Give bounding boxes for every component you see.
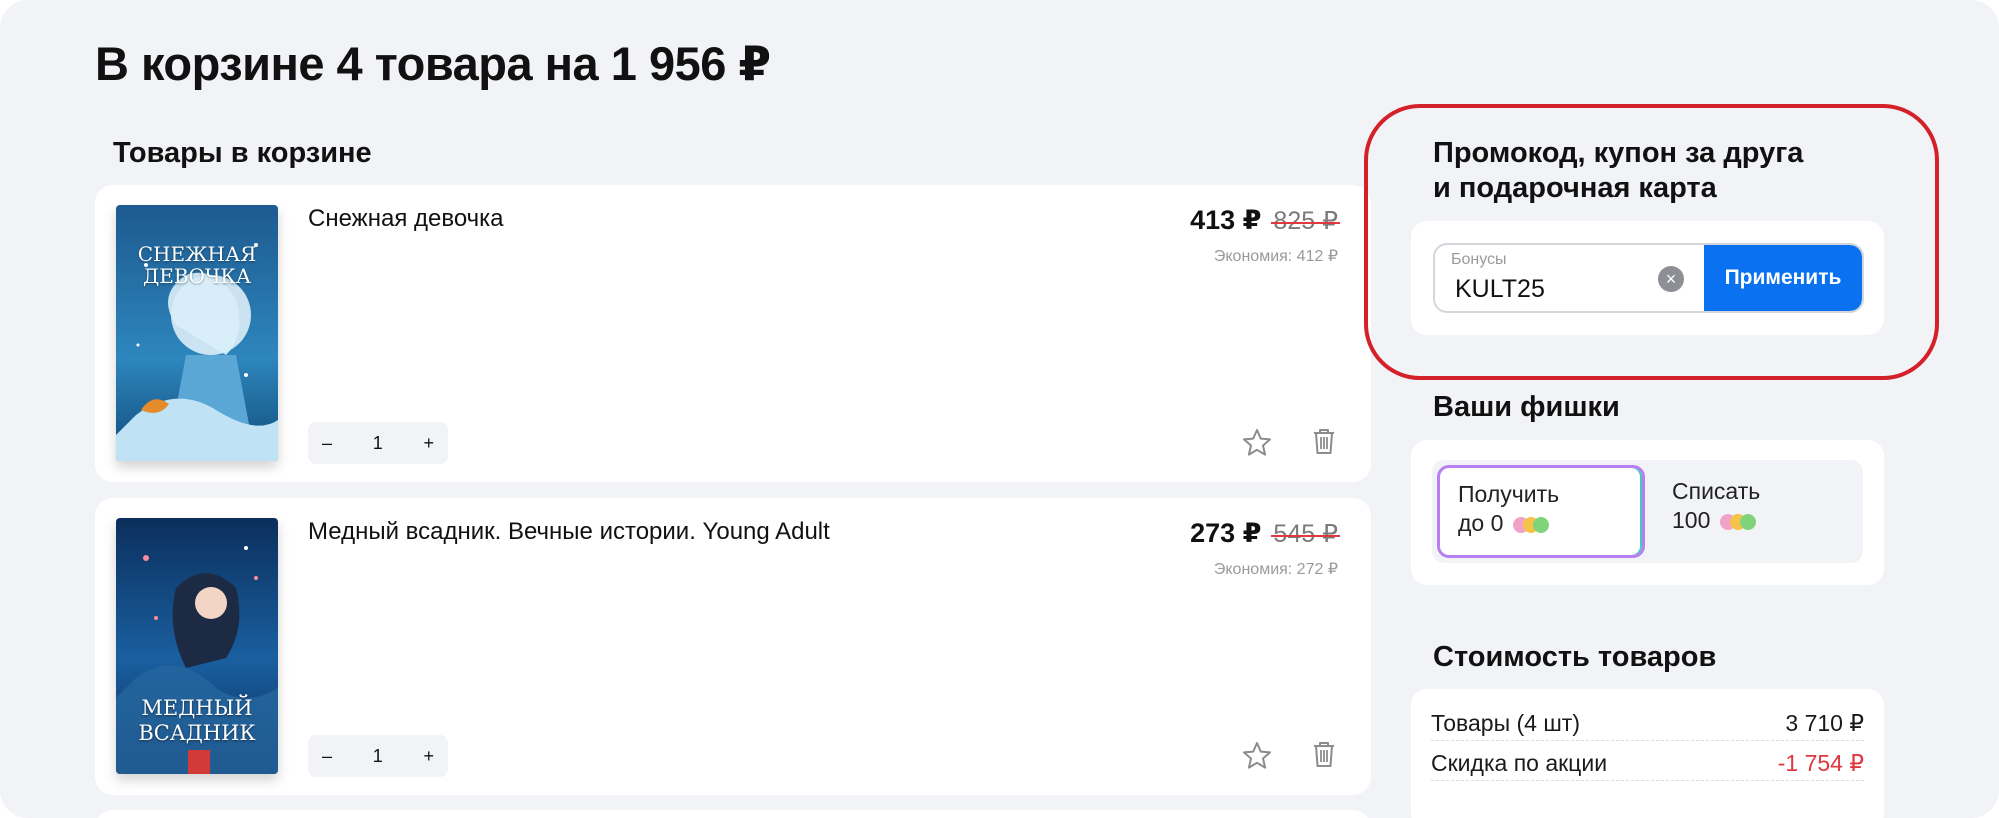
decrease-button[interactable]: – (322, 746, 332, 767)
page-title: В корзине 4 товара на 1 956 ₽ (95, 37, 771, 90)
chips-selector: Получить до 0 Списать 100 (1432, 460, 1863, 563)
coin-icon (1719, 513, 1756, 530)
summary-row: Товары (4 шт) 3 710 ₽ (1431, 707, 1864, 741)
quantity-stepper: – 1 + (308, 735, 448, 777)
trash-icon[interactable] (1308, 738, 1340, 770)
summary-panel: Товары (4 шт) 3 710 ₽ Скидка по акции -1… (1411, 689, 1884, 818)
summary-value: 3 710 ₽ (1785, 710, 1864, 736)
item-title[interactable]: Медный всадник. Вечные истории. Young Ad… (308, 518, 830, 546)
item-title[interactable]: Снежная девочка (308, 205, 504, 233)
earn-chips-option[interactable]: Получить до 0 (1437, 465, 1645, 558)
cart-page: В корзине 4 товара на 1 956 ₽ Товары в к… (0, 0, 1999, 818)
chips-panel: Получить до 0 Списать 100 (1411, 440, 1884, 585)
star-icon[interactable] (1241, 427, 1273, 459)
book-cover-image[interactable]: СНЕЖНАЯ ДЕВОЧКА (116, 205, 278, 461)
chips-title: Ваши фишки (1433, 391, 1620, 423)
economy-label: Экономия: 412 ₽ (1213, 248, 1338, 265)
current-price: 413 ₽ (1190, 205, 1262, 235)
summary-label: Скидка по акции (1431, 750, 1608, 776)
cover-title: СНЕЖНАЯ ДЕВОЧКА (137, 242, 257, 288)
cover-title: МЕДНЫЙ ВСАДНИК (138, 696, 256, 745)
increase-button[interactable]: + (423, 433, 434, 454)
current-price: 273 ₽ (1190, 518, 1262, 548)
cart-item: МЕДНЫЙ ВСАДНИК Медный всадник. Вечные ис… (95, 498, 1371, 795)
summary-row: Скидка по акции -1 754 ₽ (1431, 747, 1864, 781)
summary-title: Стоимость товаров (1433, 641, 1717, 673)
spend-chips-option[interactable]: Списать 100 (1654, 465, 1862, 558)
cart-item (95, 810, 1371, 818)
quantity-value: 1 (372, 432, 383, 453)
economy-label: Экономия: 272 ₽ (1213, 561, 1338, 578)
old-price: 825 ₽ (1271, 207, 1340, 235)
cart-item: СНЕЖНАЯ ДЕВОЧКА Снежная девочка 413 ₽ 82… (95, 185, 1371, 482)
quantity-stepper: – 1 + (308, 422, 448, 464)
summary-label: Товары (4 шт) (1431, 710, 1580, 736)
decrease-button[interactable]: – (322, 433, 332, 454)
price-block: 413 ₽ 825 ₽ Экономия: 412 ₽ (1190, 205, 1340, 266)
coin-icon (1512, 516, 1549, 533)
trash-icon[interactable] (1308, 425, 1340, 457)
book-cover-image[interactable]: МЕДНЫЙ ВСАДНИК (116, 518, 278, 774)
summary-value: -1 754 ₽ (1777, 750, 1864, 776)
quantity-value: 1 (372, 745, 383, 766)
old-price: 545 ₽ (1271, 520, 1340, 548)
star-icon[interactable] (1241, 740, 1273, 772)
promo-highlight (1364, 104, 1939, 380)
cart-section-title: Товары в корзине (113, 137, 372, 169)
price-block: 273 ₽ 545 ₽ Экономия: 272 ₽ (1190, 518, 1340, 579)
increase-button[interactable]: + (423, 746, 434, 767)
